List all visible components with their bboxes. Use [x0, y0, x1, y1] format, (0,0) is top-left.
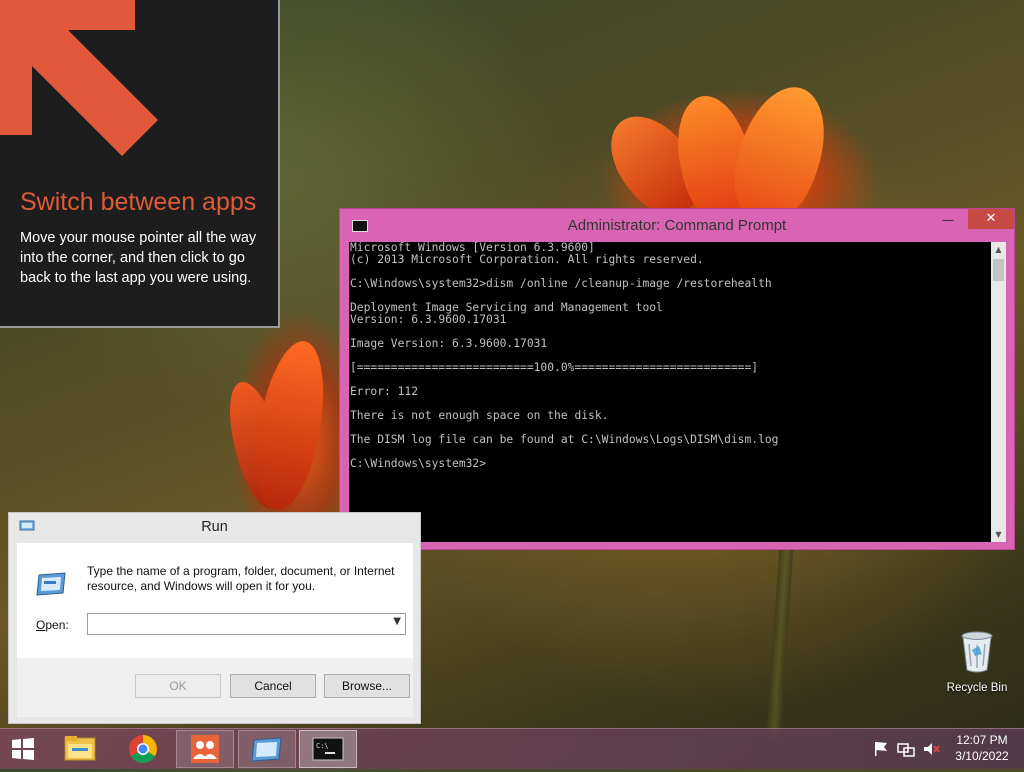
switch-apps-tip: Switch between apps Move your mouse poin… [0, 0, 280, 328]
taskbar: C:\ 12:07 PM 3/10/2022 [0, 728, 1024, 769]
svg-text:C:\: C:\ [316, 742, 329, 750]
console-line: Error: 112 [350, 385, 419, 398]
vertical-scrollbar[interactable]: ▲ ▼ [991, 242, 1006, 542]
cmd-window-title: Administrator: Command Prompt [567, 217, 787, 234]
windows-start-icon[interactable] [6, 737, 38, 761]
console-line: C:\Windows\system32> [350, 457, 487, 470]
console-line: C:\Windows\system32>dism /online /cleanu… [350, 277, 772, 290]
chevron-down-icon[interactable]: ▼ [393, 616, 401, 627]
console-line: The DISM log file can be found at C:\Win… [350, 433, 779, 446]
cmd-taskbar-icon: C:\ [312, 737, 344, 761]
volume-muted-icon[interactable] [922, 737, 940, 761]
close-button[interactable]: ✕ [968, 209, 1014, 229]
arrow-up-left-icon [0, 0, 158, 156]
tip-title: Switch between apps [20, 188, 257, 216]
scrollbar-thumb[interactable] [993, 259, 1004, 281]
recycle-bin-label: Recycle Bin [946, 682, 1008, 694]
network-icon[interactable] [896, 737, 916, 761]
taskbar-file-explorer[interactable] [52, 730, 110, 768]
folder-icon [64, 736, 96, 761]
console-line: Image Version: 6.3.9600.17031 [350, 337, 548, 350]
run-content-panel: Type the name of a program, folder, docu… [17, 543, 413, 658]
ok-button[interactable]: OK [135, 674, 221, 698]
cancel-button[interactable]: Cancel [230, 674, 316, 698]
taskbar-chrome[interactable] [113, 730, 171, 768]
taskbar-command-prompt[interactable]: C:\ [299, 730, 357, 768]
chrome-icon [129, 735, 157, 763]
cmd-titlebar[interactable]: Administrator: Command Prompt — ✕ [340, 209, 1014, 241]
cmd-output: Microsoft Windows [Version 6.3.9600] (c) … [350, 242, 778, 470]
clock-date: 3/10/2022 [955, 749, 1009, 763]
run-taskbar-icon [251, 737, 282, 762]
open-label: Open: [36, 618, 69, 632]
scroll-down-icon[interactable]: ▼ [991, 527, 1006, 542]
console-line: Version: 6.3.9600.17031 [350, 313, 507, 326]
open-label-accesskey: O [36, 618, 46, 632]
run-program-icon [36, 572, 66, 596]
open-combobox[interactable]: ▼ [87, 613, 406, 635]
browse-button[interactable]: Browse... [324, 674, 410, 698]
open-label-text: pen: [45, 618, 69, 632]
console-line: (c) 2013 Microsoft Corporation. All righ… [350, 253, 704, 266]
clock-time: 12:07 PM [956, 733, 1008, 747]
run-dialog[interactable]: Run Type the name of a program, folder, … [8, 512, 421, 724]
cmd-console[interactable]: Microsoft Windows [Version 6.3.9600] (c) … [349, 242, 991, 542]
taskbar-run[interactable] [238, 730, 296, 768]
recycle-bin[interactable]: Recycle Bin [940, 630, 1014, 694]
console-line: There is not enough space on the disk. [350, 409, 609, 422]
run-description: Type the name of a program, folder, docu… [87, 564, 395, 593]
wallpaper-petal [245, 336, 335, 514]
action-center-flag-icon[interactable] [872, 737, 890, 761]
recycle-bin-icon[interactable] [959, 630, 995, 674]
taskbar-clock[interactable]: 12:07 PM 3/10/2022 [946, 732, 1018, 764]
run-button-bar: OK Cancel Browse... [17, 658, 413, 717]
command-prompt-window[interactable]: Administrator: Command Prompt — ✕ Micros… [339, 208, 1015, 550]
scroll-up-icon[interactable]: ▲ [991, 242, 1006, 257]
tip-body: Move your mouse pointer all the way into… [20, 230, 257, 286]
people-icon [191, 735, 219, 763]
run-dialog-title: Run [201, 519, 228, 535]
console-line: [==========================100.0%=======… [350, 361, 759, 374]
maximize-button[interactable] [938, 210, 962, 230]
taskbar-people[interactable] [176, 730, 234, 768]
